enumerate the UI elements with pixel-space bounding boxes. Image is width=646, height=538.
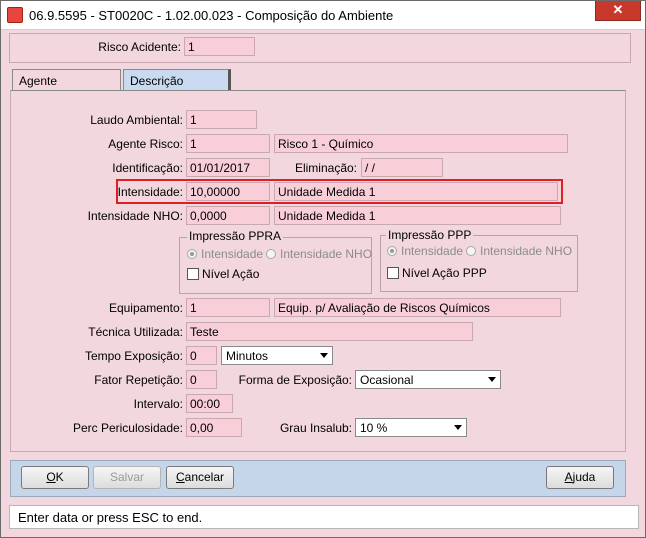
grau-select[interactable]: 10 % [355,418,467,437]
ppra-intensidade-radio[interactable] [187,249,197,259]
ok-hotkey: O [46,470,56,484]
ppra-nivel-acao-checkbox[interactable] [187,268,199,280]
help-hotkey: A [564,470,573,484]
window-title: 06.9.5595 - ST0020C - 1.02.00.023 - Comp… [29,8,394,23]
forma-label: Forma de Exposição: [238,373,352,387]
help-button[interactable]: Ajuda [546,466,614,489]
save-label: Salvar [109,470,144,484]
forma-value: Ocasional [360,373,414,387]
fator-label: Fator Repetição: [94,373,183,387]
ppp-intensidade-label: Intensidade [401,244,464,258]
nho-label: Intensidade NHO: [87,209,183,223]
eliminacao-label: Eliminação: [294,161,357,175]
tab-descricao[interactable]: Descrição [123,69,231,91]
ppra-nivel-acao-label: Nível Ação [202,267,260,281]
eliminacao-field[interactable]: / / [361,158,443,177]
risco-acidente-label: Risco Acidente: [98,40,181,54]
risco-acidente-field[interactable]: 1 [184,37,255,56]
agente-code-field[interactable]: 1 [186,134,270,153]
cancel-label: ancelar [184,470,225,484]
cancel-hotkey: C [175,470,185,484]
cancel-button[interactable]: Cancelar [166,466,234,489]
equip-code-field[interactable]: 1 [186,298,270,317]
intervalo-label: Intervalo: [133,397,183,411]
help-label: juda [572,470,596,484]
grau-label: Grau Insalub: [279,421,352,435]
laudo-field[interactable]: 1 [186,110,257,129]
intervalo-field[interactable]: 00:00 [186,394,233,413]
ppp-nho-radio[interactable] [466,246,476,256]
app-icon [7,7,23,23]
chevron-down-icon [488,377,496,382]
agente-desc-field: Risco 1 - Químico [274,134,568,153]
ppp-nivel-acao-label: Nível Ação PPP [402,266,487,280]
save-button[interactable]: Salvar [93,466,161,489]
tecnica-label: Técnica Utilizada: [88,325,183,339]
forma-select[interactable]: Ocasional [355,370,501,389]
tab-descricao-label: Descrição [130,74,184,88]
grau-value: 10 % [360,421,388,435]
tab-agente-label: Agente [19,74,58,88]
chevron-down-icon [320,353,328,358]
status-bar: Enter data or press ESC to end. [9,505,639,529]
laudo-label: Laudo Ambiental: [90,113,183,127]
ok-button[interactable]: OK [21,466,89,489]
ppp-group-title: Impressão PPP [386,228,474,242]
title-bar: 06.9.5595 - ST0020C - 1.02.00.023 - Comp… [1,1,645,30]
identificacao-label: Identificação: [112,161,183,175]
identificacao-field[interactable]: 01/01/2017 [186,158,270,177]
equip-desc-field: Equip. p/ Avaliação de Riscos Químicos [274,298,561,317]
chevron-down-icon [454,425,462,430]
equip-label: Equipamento: [108,301,183,315]
perc-label: Perc Periculosidade: [72,421,183,435]
highlight-box [116,179,563,204]
tempo-unit-value: Minutos [226,349,269,363]
ppra-intensidade-label: Intensidade [201,247,264,261]
nho-field[interactable]: 0,0000 [186,206,270,225]
ppra-group-title: Impressão PPRA [187,229,284,243]
ppp-nivel-acao-checkbox[interactable] [387,267,399,279]
fator-field[interactable]: 0 [186,370,217,389]
ppra-group [179,237,372,294]
tempo-label: Tempo Exposição: [84,349,183,363]
ppp-nho-label: Intensidade NHO [480,244,573,258]
tab-agente[interactable]: Agente [12,69,121,91]
ppp-intensidade-radio[interactable] [387,246,397,256]
nho-unit-field: Unidade Medida 1 [274,206,561,225]
tecnica-field[interactable]: Teste [186,322,473,341]
perc-field[interactable]: 0,00 [186,418,242,437]
ok-label: K [55,470,64,484]
agente-label: Agente Risco: [108,137,183,151]
ppra-nho-radio[interactable] [266,249,276,259]
ppra-nho-label: Intensidade NHO [280,247,373,261]
close-button[interactable]: ✕ [595,1,641,21]
tempo-unit-select[interactable]: Minutos [221,346,333,365]
tempo-field[interactable]: 0 [186,346,217,365]
dialog-window: 06.9.5595 - ST0020C - 1.02.00.023 - Comp… [0,0,646,538]
